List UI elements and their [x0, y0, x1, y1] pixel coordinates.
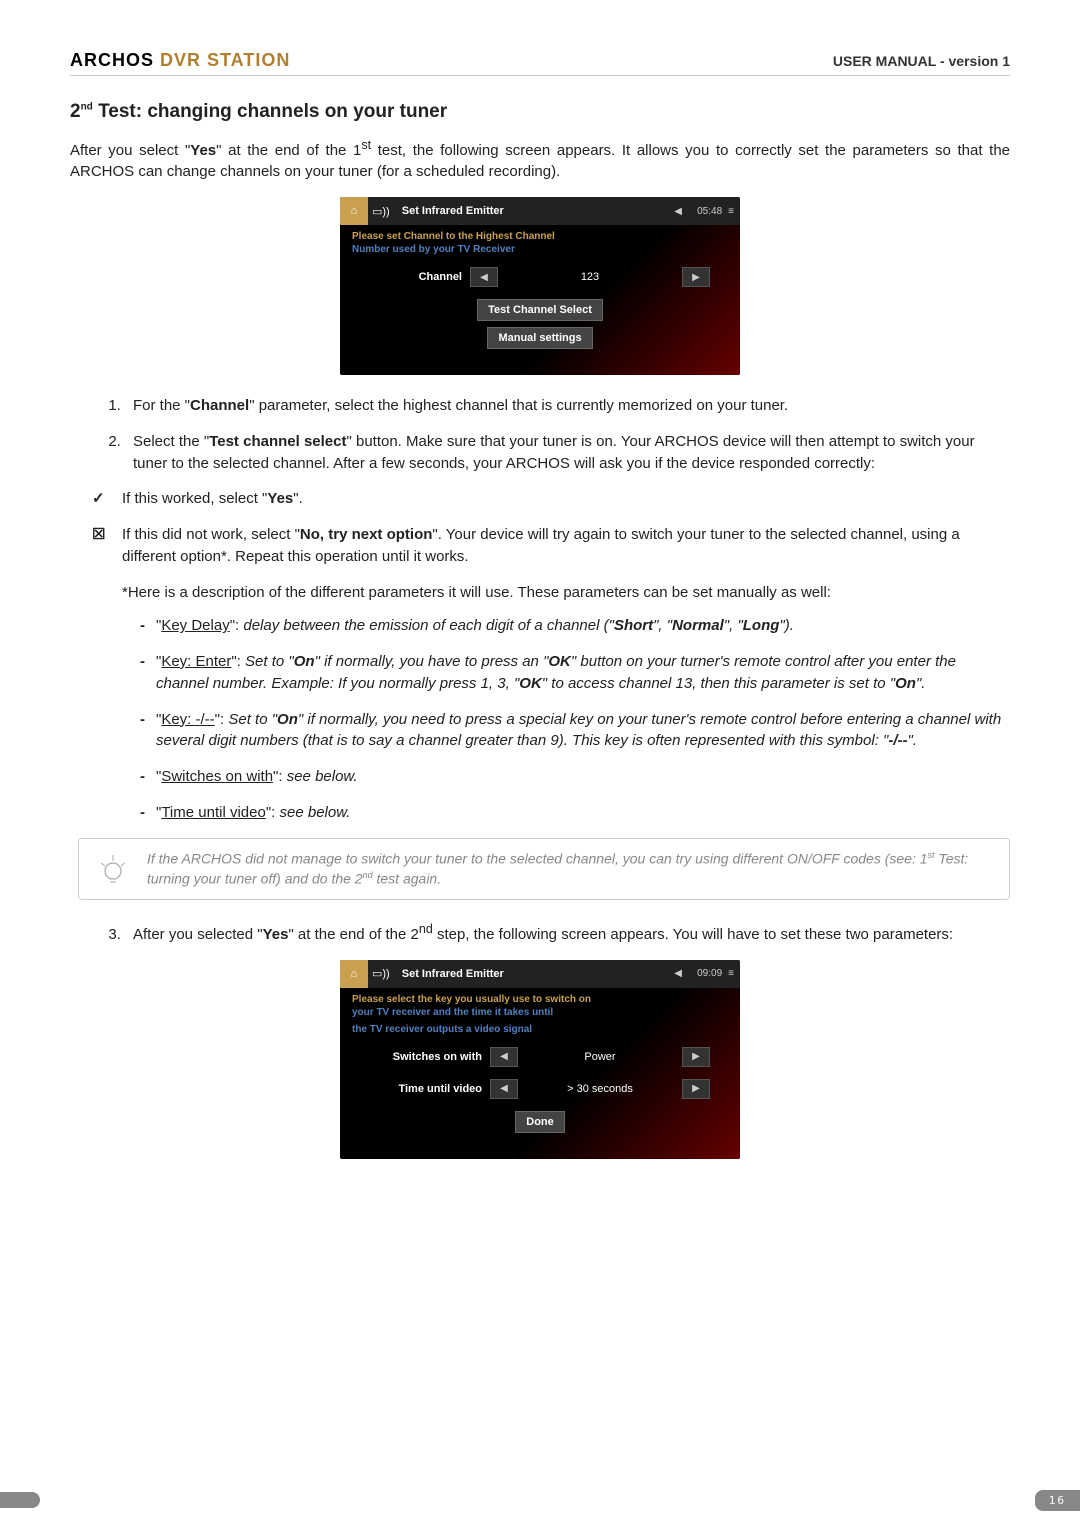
manual-settings-button: Manual settings	[487, 327, 592, 349]
screenshot-1-title: Set Infrared Emitter	[394, 205, 512, 217]
parameters-list: "Key Delay": delay between the emission …	[70, 615, 1010, 823]
remote-icon: ▭))	[368, 967, 394, 980]
switches-value: Power	[518, 1051, 682, 1063]
ordered-list-1: For the "Channel" parameter, select the …	[70, 395, 1010, 474]
time-label: 09:09	[697, 968, 722, 979]
list-item: After you selected "Yes" at the end of t…	[125, 920, 1010, 946]
time-until-label: Time until video	[370, 1083, 490, 1095]
page-header: ARCHOS DVR STATION USER MANUAL - version…	[70, 50, 1010, 76]
list-item: "Key Delay": delay between the emission …	[140, 615, 1010, 637]
brand-archos: ARCHOS	[70, 50, 154, 70]
channel-row: Channel ◀ 123 ▶	[340, 261, 740, 293]
home-icon: ⌂	[340, 197, 368, 225]
screenshot-1-warn: Please set Channel to the Highest Channe…	[340, 225, 740, 244]
switches-left-arrow: ◀	[490, 1047, 518, 1067]
screenshot-2-topbar: ⌂ ▭)) Set Infrared Emitter ◀ 09:09 ≡	[340, 960, 740, 988]
screenshot-1: ⌂ ▭)) Set Infrared Emitter ◀ 05:48 ≡ Ple…	[340, 197, 740, 375]
screenshot-2-sub2: the TV receiver outputs a video signal	[340, 1024, 740, 1041]
brand-dvr: DVR STATION	[154, 50, 290, 70]
screenshot-1-status: ◀ 05:48 ≡	[665, 198, 740, 224]
tip-box: If the ARCHOS did not manage to switch y…	[78, 838, 1010, 901]
switches-right-arrow: ▶	[682, 1047, 710, 1067]
check-no-item: If this did not work, select "No, try ne…	[92, 524, 1010, 568]
done-button: Done	[515, 1111, 565, 1133]
switches-row: Switches on with ◀ Power ▶	[340, 1041, 740, 1073]
screenshot-2: ⌂ ▭)) Set Infrared Emitter ◀ 09:09 ≡ Ple…	[340, 960, 740, 1159]
section-heading: 2nd Test: changing channels on your tune…	[70, 101, 1010, 123]
time-until-right-arrow: ▶	[682, 1079, 710, 1099]
list-item: "Key: Enter": Set to "On" if normally, y…	[140, 651, 1010, 695]
ordered-list-2: After you selected "Yes" at the end of t…	[70, 920, 1010, 946]
brand-logo: ARCHOS DVR STATION	[70, 50, 290, 71]
test-channel-button: Test Channel Select	[477, 299, 603, 321]
time-until-left-arrow: ◀	[490, 1079, 518, 1099]
remote-icon: ▭))	[368, 205, 394, 218]
screenshot-2-title: Set Infrared Emitter	[394, 968, 512, 980]
page-footer: 16	[0, 1488, 1080, 1512]
tip-text: If the ARCHOS did not manage to switch y…	[147, 849, 995, 890]
page-number: 16	[1035, 1490, 1080, 1511]
list-item: "Switches on with": see below.	[140, 766, 1010, 788]
check-ok-item: If this worked, select "Yes".	[92, 488, 1010, 510]
channel-label: Channel	[370, 271, 470, 283]
parameters-note: *Here is a description of the different …	[122, 582, 1010, 604]
back-icon: ◀	[665, 961, 691, 987]
channel-left-arrow: ◀	[470, 267, 498, 287]
screenshot-2-sub1: your TV receiver and the time it takes u…	[340, 1007, 740, 1024]
screenshot-2-body: Please select the key you usually use to…	[340, 988, 740, 1159]
list-item: "Time until video": see below.	[140, 802, 1010, 824]
intro-paragraph: After you select "Yes" at the end of the…	[70, 137, 1010, 182]
menu-icon: ≡	[728, 968, 734, 979]
menu-icon: ≡	[728, 206, 734, 217]
screenshot-1-sub: Number used by your TV Receiver	[340, 244, 740, 261]
check-list: If this worked, select "Yes". If this di…	[70, 488, 1010, 567]
list-item: For the "Channel" parameter, select the …	[125, 395, 1010, 417]
screenshot-2-status: ◀ 09:09 ≡	[665, 961, 740, 987]
time-label: 05:48	[697, 206, 722, 217]
list-item: Select the "Test channel select" button.…	[125, 431, 1010, 475]
back-icon: ◀	[665, 198, 691, 224]
page: ARCHOS DVR STATION USER MANUAL - version…	[0, 0, 1080, 1532]
list-item: "Key: -/--": Set to "On" if normally, yo…	[140, 709, 1010, 753]
header-manual-version: USER MANUAL - version 1	[833, 53, 1010, 69]
footer-decor-left	[0, 1492, 40, 1508]
screenshot-1-body: Please set Channel to the Highest Channe…	[340, 225, 740, 375]
time-until-value: > 30 seconds	[518, 1083, 682, 1095]
screenshot-2-warn: Please select the key you usually use to…	[340, 988, 740, 1007]
switches-label: Switches on with	[370, 1051, 490, 1063]
channel-value: 123	[498, 271, 682, 283]
lightbulb-icon	[93, 849, 133, 889]
channel-right-arrow: ▶	[682, 267, 710, 287]
home-icon: ⌂	[340, 960, 368, 988]
time-until-row: Time until video ◀ > 30 seconds ▶	[340, 1073, 740, 1105]
screenshot-1-topbar: ⌂ ▭)) Set Infrared Emitter ◀ 05:48 ≡	[340, 197, 740, 225]
